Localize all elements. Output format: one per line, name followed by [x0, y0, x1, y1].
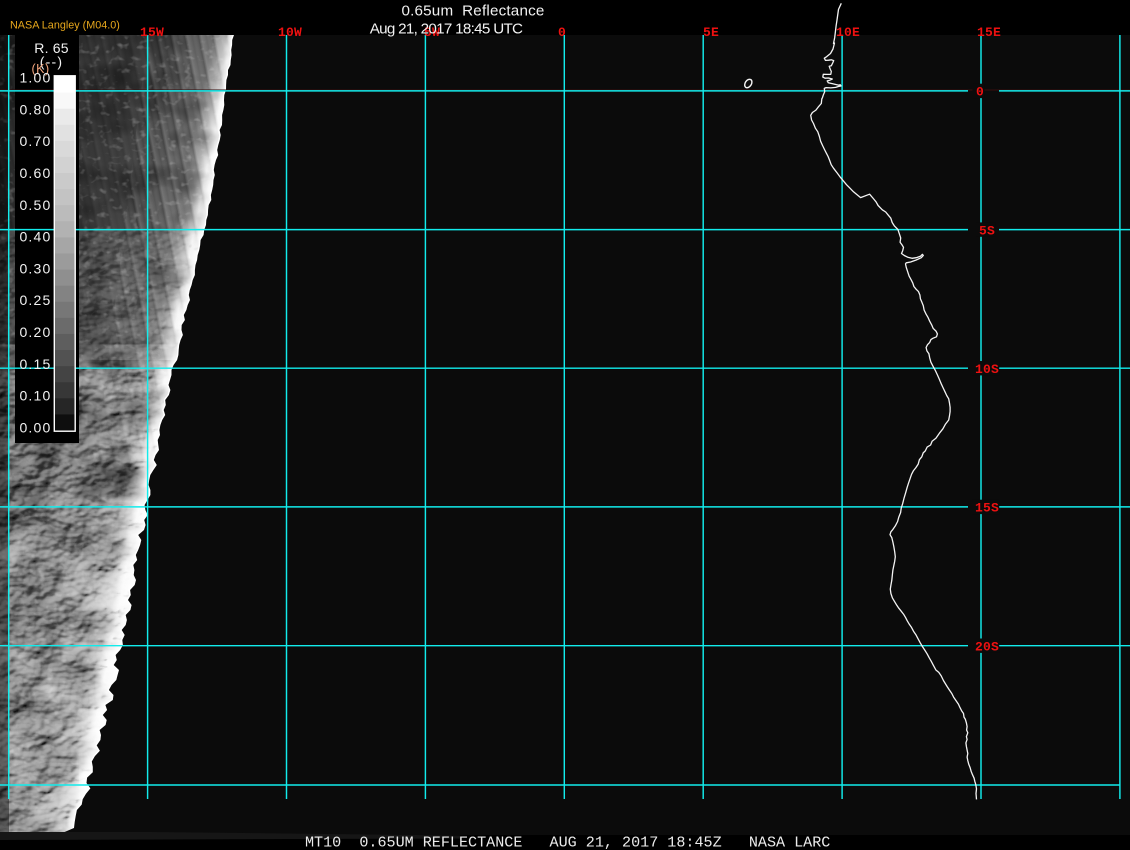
- svg-text:5S: 5S: [979, 223, 995, 238]
- svg-text:0.15: 0.15: [19, 356, 51, 372]
- svg-text:0.50: 0.50: [19, 197, 51, 213]
- svg-text:0.80: 0.80: [19, 101, 51, 117]
- svg-text:0.30: 0.30: [19, 260, 51, 276]
- svg-text:NASA Langley (M04.0): NASA Langley (M04.0): [10, 20, 120, 32]
- svg-text:0.60: 0.60: [19, 165, 51, 181]
- svg-text:15E: 15E: [977, 25, 1001, 40]
- svg-text:MT10 0.65UM REFLECTANCE AUG: MT10 0.65UM REFLECTANCE AUG 21, 2017 18:…: [305, 834, 830, 850]
- svg-text:5E: 5E: [703, 25, 719, 40]
- svg-text:0: 0: [976, 85, 984, 100]
- svg-text:0.65um Reflectance: 0.65um Reflectance: [401, 3, 544, 20]
- svg-text:0.70: 0.70: [19, 133, 51, 149]
- svg-text:10E: 10E: [836, 25, 860, 40]
- svg-text:10W: 10W: [278, 25, 302, 40]
- svg-text:20S: 20S: [975, 640, 999, 655]
- svg-text:1.00: 1.00: [19, 70, 51, 86]
- svg-text:0: 0: [558, 25, 566, 40]
- svg-text:15W: 15W: [140, 25, 164, 40]
- svg-text:0.20: 0.20: [19, 324, 51, 340]
- svg-text:10S: 10S: [975, 362, 999, 377]
- svg-text:0.25: 0.25: [19, 292, 51, 308]
- svg-text:15S: 15S: [975, 501, 999, 516]
- svg-text:Aug 21, 2017 18:45 UTC: Aug 21, 2017 18:45 UTC: [370, 21, 523, 38]
- svg-text:0.10: 0.10: [19, 388, 51, 404]
- svg-text:0.40: 0.40: [19, 229, 51, 245]
- svg-text:0.00: 0.00: [19, 420, 51, 436]
